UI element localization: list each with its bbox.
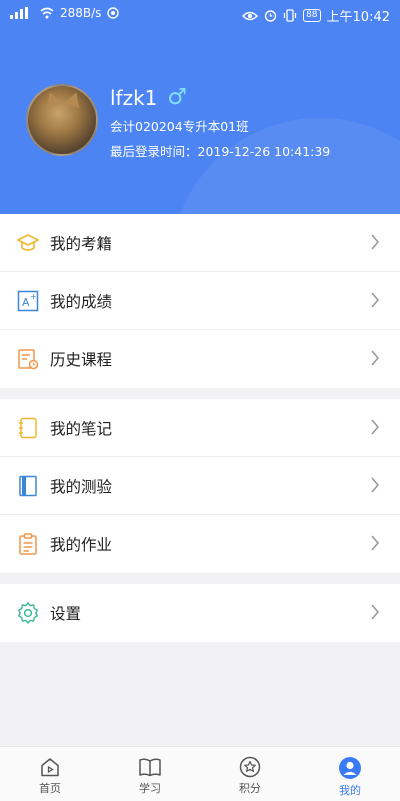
network-speed: 288B/s xyxy=(60,6,102,20)
signal-icon xyxy=(10,7,28,19)
chevron-right-icon xyxy=(371,234,380,250)
chevron-right-icon xyxy=(371,419,380,435)
class-name: 会计020204专升本01班 xyxy=(110,119,249,134)
user-profile[interactable]: lfzk1 ♂ 会计020204专升本01班 最后登录时间：2019-12-26… xyxy=(26,84,330,160)
menu-label: 历史课程 xyxy=(50,351,113,369)
battery-icon: 88 xyxy=(303,9,321,22)
vibrate-icon xyxy=(283,9,297,22)
grade-icon: A + xyxy=(16,289,40,313)
username: lfzk1 xyxy=(110,86,158,110)
menu-item-my-notes[interactable]: 我的笔记 xyxy=(0,399,400,457)
chevron-right-icon xyxy=(371,535,380,551)
menu-group-study: 我的笔记 我的测验 我的作业 xyxy=(0,399,400,573)
tab-study[interactable]: 学习 xyxy=(100,747,200,801)
svg-text:A: A xyxy=(22,296,30,309)
menu-item-history-courses[interactable]: 历史课程 xyxy=(0,330,400,388)
tab-mine[interactable]: 我的 xyxy=(300,747,400,801)
tab-label: 积分 xyxy=(239,782,261,795)
user-info: lfzk1 ♂ 会计020204专升本01班 最后登录时间：2019-12-26… xyxy=(110,84,330,160)
chevron-right-icon xyxy=(371,604,380,620)
menu-item-my-grades[interactable]: A + 我的成绩 xyxy=(0,272,400,330)
menu-label: 我的笔记 xyxy=(50,420,113,438)
eye-icon xyxy=(242,11,259,20)
menu-label: 我的测验 xyxy=(50,478,113,496)
quiz-book-icon xyxy=(16,474,40,498)
menu-group-academic: 我的考籍 A + 我的成绩 历史课程 xyxy=(0,214,400,388)
tab-home[interactable]: 首页 xyxy=(0,747,100,801)
chevron-right-icon xyxy=(371,292,380,308)
graduation-cap-icon xyxy=(16,231,40,255)
tab-label: 首页 xyxy=(39,782,61,795)
alarm-icon xyxy=(264,10,277,22)
bottom-tab-bar: 首页 学习 积分 我的 xyxy=(0,746,400,801)
chevron-right-icon xyxy=(371,350,380,366)
menu-label: 我的作业 xyxy=(50,536,113,554)
settings-gear-icon xyxy=(16,601,40,625)
menu-label: 我的考籍 xyxy=(50,235,113,253)
menu-item-settings[interactable]: 设置 xyxy=(0,584,400,642)
menu-item-exam-registration[interactable]: 我的考籍 xyxy=(0,214,400,272)
menu-group-settings: 设置 xyxy=(0,584,400,642)
last-login-time: 最后登录时间：2019-12-26 10:41:39 xyxy=(110,144,331,159)
history-course-icon xyxy=(16,347,40,371)
menu-item-my-homework[interactable]: 我的作业 xyxy=(0,515,400,573)
wifi-icon xyxy=(40,7,54,19)
clock-time: 上午10:42 xyxy=(326,10,390,25)
homework-clipboard-icon xyxy=(16,532,40,556)
notebook-icon xyxy=(16,416,40,440)
home-icon xyxy=(41,758,59,777)
profile-header: 288B/s 88 上午10:42 lfzk1 ♂ 会计020204专升本01班… xyxy=(0,0,400,214)
male-gender-icon: ♂ xyxy=(167,85,188,110)
book-open-icon xyxy=(139,758,161,777)
status-bar: 288B/s 88 上午10:42 xyxy=(0,0,400,28)
avatar[interactable] xyxy=(26,84,98,156)
message-icon xyxy=(107,7,120,19)
tab-label: 我的 xyxy=(339,784,361,797)
tab-label: 学习 xyxy=(139,782,161,795)
menu-item-my-quizzes[interactable]: 我的测验 xyxy=(0,457,400,515)
menu-label: 设置 xyxy=(50,605,82,623)
star-circle-icon xyxy=(239,756,261,778)
svg-text:+: + xyxy=(30,292,37,301)
menu-label: 我的成绩 xyxy=(50,293,113,311)
profile-icon xyxy=(339,757,361,779)
chevron-right-icon xyxy=(371,477,380,493)
tab-points[interactable]: 积分 xyxy=(200,747,300,801)
